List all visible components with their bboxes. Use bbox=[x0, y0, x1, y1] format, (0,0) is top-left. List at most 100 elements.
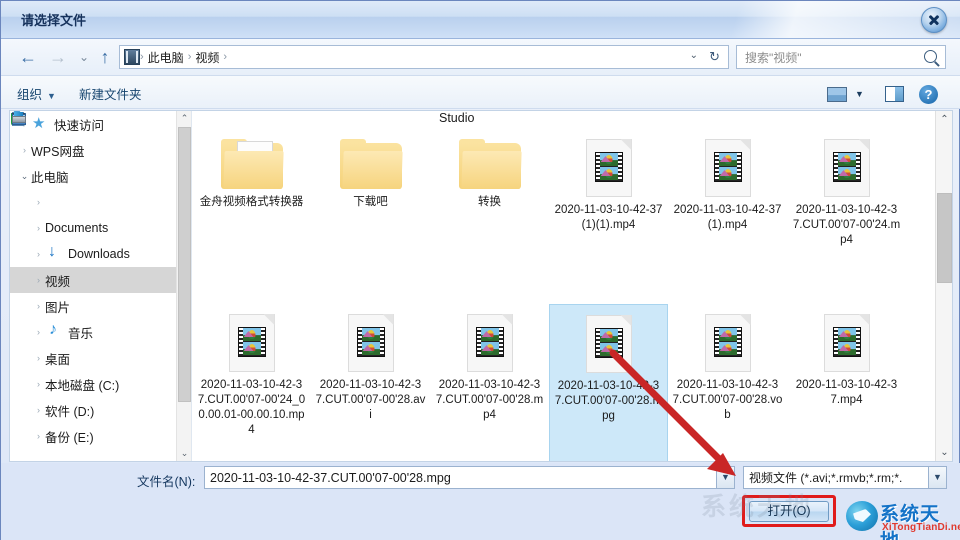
file-tile[interactable]: 2020-11-03-10-42-37.CUT.00'07-00'28.vob bbox=[668, 304, 787, 461]
view-options-icon[interactable] bbox=[827, 87, 847, 102]
address-dropdown-icon[interactable]: ⌄ bbox=[690, 50, 698, 61]
address-bar[interactable]: › 此电脑 › 视频 › ⌄ ↻ bbox=[119, 45, 729, 69]
folder-icon bbox=[458, 139, 522, 189]
file-list-scrollbar[interactable]: ⌃ ⌄ bbox=[935, 111, 952, 461]
video-file-icon bbox=[823, 314, 870, 372]
sidebar-item-label: 快速访问 bbox=[54, 118, 105, 133]
chevron-right-icon[interactable]: › bbox=[32, 197, 45, 207]
file-name-label: 金舟视频格式转换器 bbox=[199, 196, 304, 208]
breadcrumb-separator: › bbox=[223, 51, 228, 63]
preview-pane-icon[interactable] bbox=[885, 86, 904, 102]
sidebar-item-音乐[interactable]: › 音乐 bbox=[10, 319, 191, 345]
breadcrumb-item-videos[interactable]: 视频 bbox=[191, 49, 223, 66]
sidebar-item-WPS网盘[interactable]: › WPS网盘 bbox=[10, 111, 191, 163]
video-file-icon bbox=[704, 139, 751, 197]
file-list-scroll-thumb[interactable] bbox=[937, 193, 952, 283]
file-open-dialog: 请选择文件 ← → ⌄ ↑ › 此电脑 › 视频 › ⌄ ↻ 搜索"视频" 组织… bbox=[0, 0, 960, 540]
filename-input[interactable]: 2020-11-03-10-42-37.CUT.00'07-00'28.mpg … bbox=[204, 466, 735, 489]
file-tile[interactable]: 2020-11-03-10-42-37.CUT.00'07-00'28.mp4 bbox=[430, 304, 549, 461]
search-input[interactable]: 搜索"视频" bbox=[745, 49, 802, 66]
back-icon[interactable]: ← bbox=[17, 47, 39, 69]
file-tile[interactable]: 2020-11-03-10-42-37.CUT.00'07-00'28.avi bbox=[311, 304, 430, 461]
sidebar-item-备份 (E:)[interactable]: › 备份 (E:) bbox=[10, 116, 191, 449]
chevron-right-icon[interactable]: › bbox=[32, 301, 45, 311]
scroll-up-icon[interactable]: ⌃ bbox=[936, 111, 953, 128]
search-box[interactable]: 搜索"视频" bbox=[736, 45, 946, 69]
new-folder-button[interactable]: 新建文件夹 bbox=[79, 84, 142, 103]
scroll-up-icon[interactable]: ⌃ bbox=[177, 111, 191, 126]
chevron-right-icon[interactable]: › bbox=[32, 353, 45, 363]
organize-label: 组织 bbox=[17, 88, 43, 102]
chevron-right-icon[interactable]: › bbox=[32, 327, 45, 337]
folder-tile[interactable]: 下载吧 bbox=[311, 129, 430, 304]
sidebar-item-视频[interactable]: › 视频 bbox=[10, 113, 191, 293]
sidebar-item-桌面[interactable]: › 桌面 bbox=[10, 114, 191, 371]
filetype-value: 视频文件 (*.avi;*.rmvb;*.rm;*. bbox=[749, 471, 903, 485]
chevron-down-icon[interactable]: ▼ bbox=[855, 89, 864, 99]
sidebar-item-Downloads[interactable]: › Downloads bbox=[10, 241, 191, 267]
scroll-down-icon[interactable]: ⌄ bbox=[936, 444, 953, 461]
file-name-label: 2020-11-03-10-42-37(1)(1).mp4 bbox=[554, 204, 663, 231]
sidebar-item-app[interactable]: › bbox=[10, 112, 191, 215]
video-file-icon bbox=[585, 315, 632, 373]
up-icon[interactable]: ↑ bbox=[94, 47, 116, 69]
file-name-label: 2020-11-03-10-42-37.CUT.00'07-00'28.mpg bbox=[554, 380, 663, 422]
sidebar-item-软件 (D:)[interactable]: › 软件 (D:) bbox=[10, 116, 191, 423]
sidebar-scroll-thumb[interactable] bbox=[178, 127, 191, 402]
file-tile[interactable]: 2020-11-03-10-42-37.CUT.00'07-00'28.mpg bbox=[549, 304, 668, 461]
file-tile[interactable]: 2020-11-03-10-42-37.mp4 bbox=[787, 304, 906, 461]
recent-locations-icon[interactable]: ⌄ bbox=[73, 47, 95, 69]
sidebar-item-Documents[interactable]: › Documents bbox=[10, 112, 191, 241]
chevron-down-icon: ▼ bbox=[47, 91, 56, 101]
scroll-down-icon[interactable]: ⌄ bbox=[177, 446, 191, 461]
sidebar-item-label: 视频 bbox=[45, 274, 71, 289]
file-tile[interactable]: 2020-11-03-10-42-37.CUT.00'07-00'24.mp4 bbox=[787, 129, 906, 304]
sidebar-item-本地磁盘 (C:)[interactable]: › 本地磁盘 (C:) bbox=[10, 112, 191, 397]
file-tile[interactable]: 2020-11-03-10-42-37(1)(1).mp4 bbox=[549, 129, 668, 304]
partial-folder-label: Studio bbox=[439, 111, 475, 125]
video-file-icon bbox=[466, 314, 513, 372]
file-tile[interactable]: 2020-11-03-10-42-37(1).mp4 bbox=[668, 129, 787, 304]
drive-icon bbox=[12, 116, 26, 123]
downloads-icon bbox=[45, 243, 63, 262]
file-name-label: 2020-11-03-10-42-37.CUT.00'07-00'28.mp4 bbox=[435, 379, 544, 421]
chevron-right-icon[interactable]: › bbox=[32, 405, 45, 415]
filetype-dropdown-icon[interactable]: ▼ bbox=[928, 467, 946, 488]
chevron-right-icon[interactable]: › bbox=[32, 223, 45, 233]
sidebar-item-label: 备份 (E:) bbox=[45, 430, 94, 445]
video-file-icon bbox=[585, 139, 632, 197]
folder-tile[interactable]: 金舟视频格式转换器 bbox=[192, 129, 311, 304]
sidebar-item-此电脑[interactable]: ⌄ 此电脑 bbox=[10, 113, 191, 189]
file-name-label: 转换 bbox=[478, 196, 501, 208]
dialog-content: ›快速访问›WPS网盘⌄此电脑››Documents›Downloads›视频›… bbox=[9, 110, 953, 462]
forward-icon[interactable]: → bbox=[47, 47, 69, 69]
sidebar-item-label: 此电脑 bbox=[31, 170, 69, 185]
help-icon[interactable]: ? bbox=[919, 85, 938, 104]
open-button[interactable]: 打开(O) bbox=[749, 501, 829, 522]
sidebar-item-图片[interactable]: › 图片 bbox=[10, 114, 191, 319]
star-icon bbox=[31, 114, 49, 132]
chevron-right-icon[interactable]: › bbox=[32, 431, 45, 441]
chevron-right-icon[interactable]: › bbox=[32, 379, 45, 389]
sidebar-item-快速访问[interactable]: ›快速访问 bbox=[10, 111, 191, 137]
sidebar-item-label: 本地磁盘 (C:) bbox=[45, 378, 120, 393]
sidebar-scrollbar[interactable]: ⌃ ⌄ bbox=[176, 111, 191, 461]
video-file-icon bbox=[347, 314, 394, 372]
filename-dropdown-icon[interactable]: ▼ bbox=[716, 467, 734, 488]
close-icon[interactable] bbox=[921, 7, 947, 33]
file-name-label: 下载吧 bbox=[353, 196, 388, 208]
organize-button[interactable]: 组织 ▼ bbox=[17, 84, 56, 103]
chevron-right-icon[interactable]: › bbox=[32, 275, 45, 285]
chevron-down-icon[interactable]: ⌄ bbox=[18, 171, 31, 182]
sidebar-item-label: Downloads bbox=[68, 247, 130, 261]
chevron-right-icon[interactable]: › bbox=[18, 145, 31, 155]
file-name-label: 2020-11-03-10-42-37(1).mp4 bbox=[673, 204, 782, 231]
chevron-right-icon[interactable]: › bbox=[32, 249, 45, 259]
file-tile[interactable]: 2020-11-03-10-42-37.CUT.00'07-00'24_00.0… bbox=[192, 304, 311, 461]
title-bar: 请选择文件 bbox=[1, 1, 960, 39]
filetype-select[interactable]: 视频文件 (*.avi;*.rmvb;*.rm;*. ▼ bbox=[743, 466, 947, 489]
folder-tile[interactable]: 转换 bbox=[430, 129, 549, 304]
refresh-icon[interactable]: ↻ bbox=[709, 49, 720, 65]
breadcrumb-item-this-pc[interactable]: 此电脑 bbox=[144, 49, 188, 66]
watermark-cn-text: 系统天地 bbox=[880, 504, 941, 540]
